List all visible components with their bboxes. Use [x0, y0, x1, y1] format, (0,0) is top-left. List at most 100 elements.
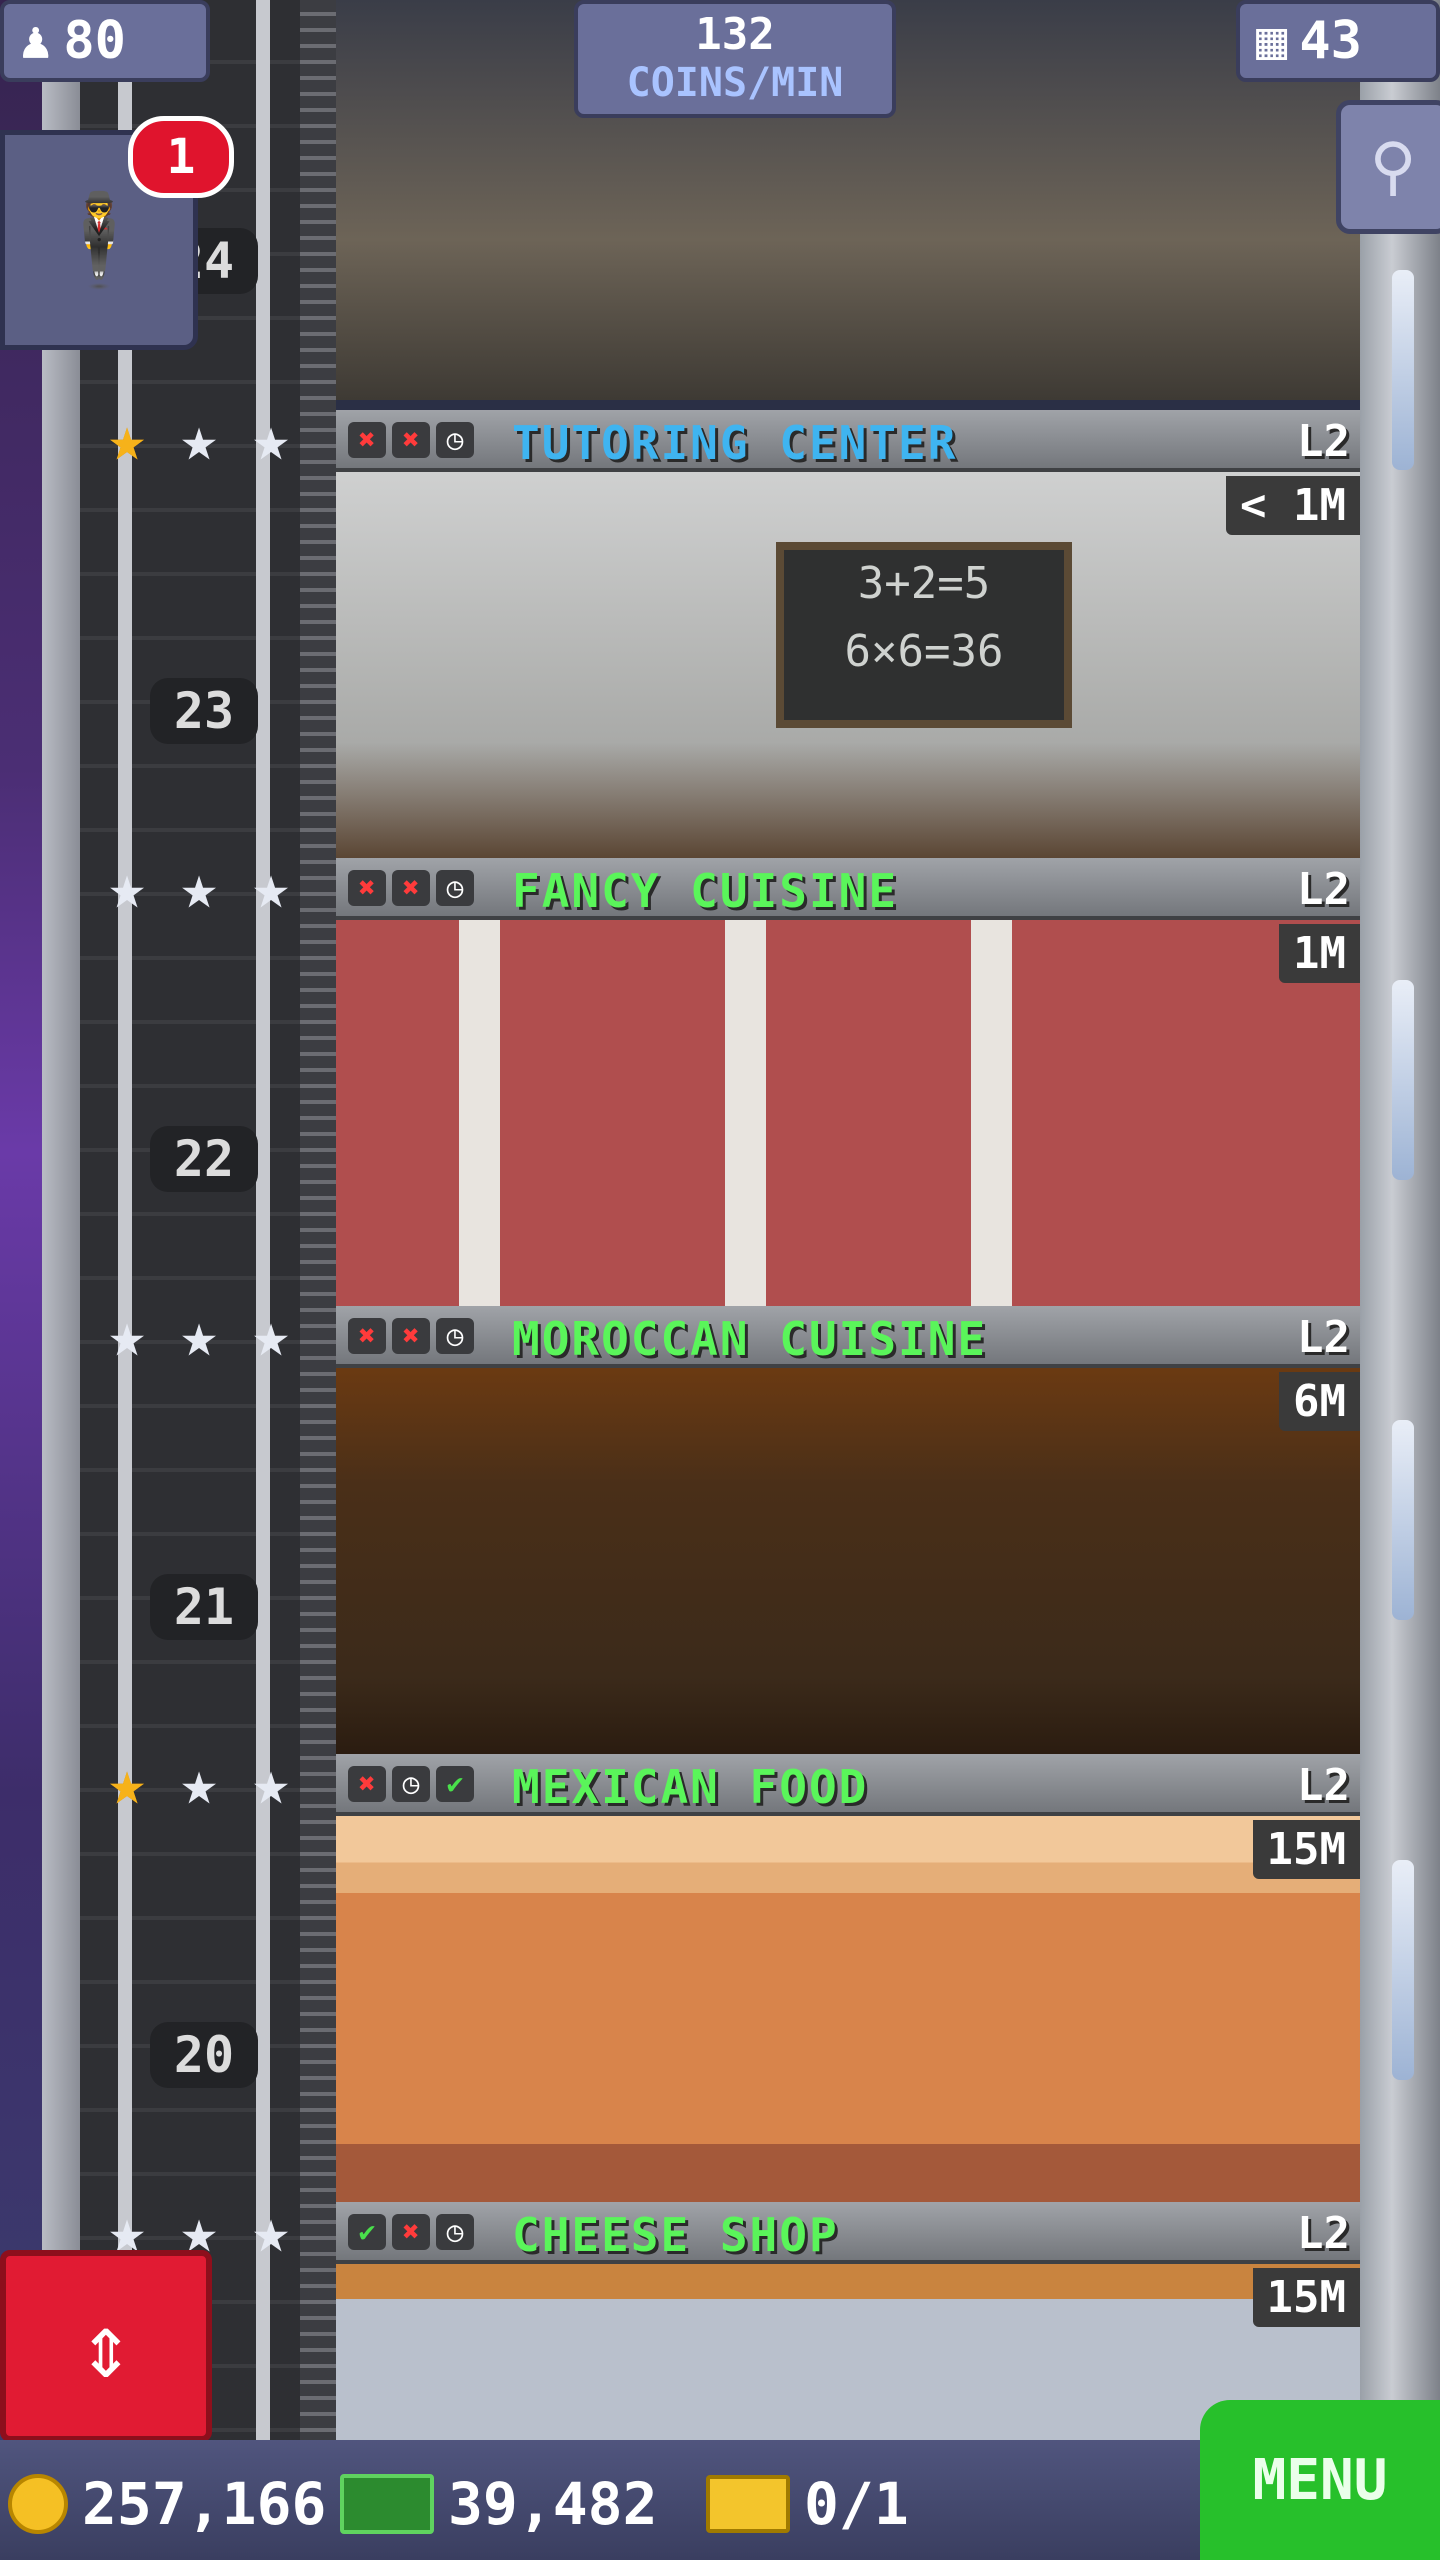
- clock-icon: ◷: [436, 422, 474, 458]
- elevator-cable: [118, 0, 132, 2440]
- silver-star-icon: ★: [252, 1746, 290, 1819]
- stock-slots: ✖ ✖ ◷: [348, 1318, 474, 1354]
- tickets-value: 0/1: [804, 2470, 909, 2538]
- sold-out-icon: ✖: [348, 1318, 386, 1354]
- notification-badge: 1: [128, 116, 234, 198]
- vip-avatar: 🕴: [42, 187, 156, 293]
- floor-level: L2: [1297, 416, 1350, 467]
- person-icon: ♟: [20, 11, 52, 71]
- floor-interior: < 1M 3+2=5 6×6=36: [336, 472, 1360, 858]
- sold-out-icon: ✖: [392, 2214, 430, 2250]
- floor-fancy-cuisine[interactable]: ✖ ✖ ◷ FANCY CUISINE L2 1M: [336, 858, 1360, 1306]
- tickets-balance[interactable]: 0/1: [706, 2470, 909, 2538]
- silver-star-icon: ★: [180, 1746, 218, 1819]
- silver-star-icon: ★: [108, 1298, 146, 1371]
- tower-window: [1392, 270, 1414, 470]
- floor-number-label: 21: [150, 1574, 258, 1640]
- golden-ticket-icon: [706, 2475, 790, 2533]
- floor-interior: 6M: [336, 1368, 1360, 1754]
- silver-star-icon: ★: [252, 2194, 290, 2267]
- clock-icon: ◷: [436, 1318, 474, 1354]
- floor-interior: 15M: [336, 1816, 1360, 2202]
- population-value: 80: [63, 11, 126, 71]
- clock-icon: ◷: [436, 870, 474, 906]
- floor-number-label: 20: [150, 2022, 258, 2088]
- floor-header: ✖ ✖ ◷ TUTORING CENTER L2: [336, 410, 1360, 472]
- floor-header: ✔ ✖ ◷ CHEESE SHOP L2: [336, 2202, 1360, 2264]
- floor-level: L2: [1297, 1312, 1350, 1363]
- floor-level: L2: [1297, 864, 1350, 915]
- coins-balance[interactable]: 257,166: [8, 2470, 326, 2538]
- floor-name: FANCY CUISINE: [512, 864, 899, 918]
- floor-name: MEXICAN FOOD: [512, 1760, 869, 1814]
- floor-name: CHEESE SHOP: [512, 2208, 839, 2262]
- restock-timer: 1M: [1279, 924, 1360, 983]
- floor-header: ✖ ◷ ✔ MEXICAN FOOD L2: [336, 1754, 1360, 1816]
- coins-value: 257,166: [82, 2470, 327, 2538]
- floor-number-label: 23: [150, 678, 258, 744]
- floor-mexican-food[interactable]: ✖ ◷ ✔ MEXICAN FOOD L2 15M: [336, 1754, 1360, 2202]
- floor-name: MOROCCAN CUISINE: [512, 1312, 988, 1366]
- coins-rate-unit: COINS/MIN: [626, 60, 844, 106]
- coins-per-minute-display[interactable]: 132 COINS/MIN: [574, 0, 896, 118]
- silver-star-icon: ★: [252, 850, 290, 923]
- floor-count-display[interactable]: ▦ 43: [1236, 0, 1440, 82]
- tower-window: [1392, 1860, 1414, 2080]
- population-counter[interactable]: ♟ 80: [0, 0, 210, 82]
- silver-star-icon: ★: [252, 1298, 290, 1371]
- restock-timer: < 1M: [1226, 476, 1360, 535]
- sold-out-icon: ✖: [348, 1766, 386, 1802]
- floor-star-rating: ★ ★ ★: [96, 1304, 302, 1366]
- bux-balance[interactable]: 39,482: [340, 2470, 658, 2538]
- floor-star-rating: ★ ★ ★: [96, 856, 302, 918]
- sky-background: [0, 0, 42, 2560]
- floor-level: L2: [1297, 1760, 1350, 1811]
- silver-star-icon: ★: [180, 1298, 218, 1371]
- floor-header: ✖ ✖ ◷ FANCY CUISINE L2: [336, 858, 1360, 920]
- floor-star-rating: ★ ★ ★: [96, 408, 302, 470]
- menu-button[interactable]: MENU: [1200, 2400, 1440, 2560]
- restock-timer: 6M: [1279, 1372, 1360, 1431]
- floor-level: L2: [1297, 2208, 1350, 2259]
- tower-left-wall: [42, 0, 80, 2440]
- tower-window: [1392, 980, 1414, 1180]
- elevator-cable: [256, 0, 270, 2440]
- in-stock-icon: ✔: [348, 2214, 386, 2250]
- sold-out-icon: ✖: [348, 422, 386, 458]
- sold-out-icon: ✖: [392, 422, 430, 458]
- restock-timer: 15M: [1252, 2268, 1360, 2327]
- bux-value: 39,482: [448, 2470, 658, 2538]
- elevator-button[interactable]: ⇕: [0, 2250, 212, 2442]
- chalkboard: 3+2=5 6×6=36: [776, 542, 1072, 728]
- shaft-edge: [300, 0, 336, 2440]
- floor-number-label: 22: [150, 1126, 258, 1192]
- floor-header: ✖ ✖ ◷ MOROCCAN CUISINE L2: [336, 1306, 1360, 1368]
- up-down-arrows-icon: ⇕: [78, 2293, 134, 2399]
- sold-out-icon: ✖: [392, 1318, 430, 1354]
- sold-out-icon: ✖: [392, 870, 430, 906]
- floor-count-value: 43: [1299, 11, 1362, 71]
- stock-slots: ✖ ◷ ✔: [348, 1766, 474, 1802]
- gold-star-icon: ★: [108, 1746, 146, 1819]
- floor-interior: 1M: [336, 920, 1360, 1306]
- clock-icon: ◷: [392, 1766, 430, 1802]
- floor-cheese-shop[interactable]: ✔ ✖ ◷ CHEESE SHOP L2 15M: [336, 2202, 1360, 2440]
- gold-star-icon: ★: [108, 402, 146, 475]
- clock-icon: ◷: [436, 2214, 474, 2250]
- floor-moroccan-cuisine[interactable]: ✖ ✖ ◷ MOROCCAN CUISINE L2 6M: [336, 1306, 1360, 1754]
- stock-slots: ✔ ✖ ◷: [348, 2214, 474, 2250]
- coin-icon: [8, 2474, 68, 2534]
- bux-bill-icon: [340, 2474, 434, 2534]
- silver-star-icon: ★: [108, 850, 146, 923]
- silver-star-icon: ★: [180, 402, 218, 475]
- in-stock-icon: ✔: [436, 1766, 474, 1802]
- coins-rate-value: 132: [695, 9, 775, 60]
- stock-slots: ✖ ✖ ◷: [348, 870, 474, 906]
- building-icon: ▦: [1256, 11, 1288, 71]
- floor-tutoring-center[interactable]: ✖ ✖ ◷ TUTORING CENTER L2 < 1M 3+2=5 6×6=3…: [336, 410, 1360, 858]
- floor-star-rating: ★ ★ ★: [96, 1752, 302, 1814]
- tower-window: [1392, 1420, 1414, 1620]
- search-button[interactable]: ⚲: [1336, 100, 1440, 234]
- floor-name: TUTORING CENTER: [512, 416, 958, 470]
- sold-out-icon: ✖: [348, 870, 386, 906]
